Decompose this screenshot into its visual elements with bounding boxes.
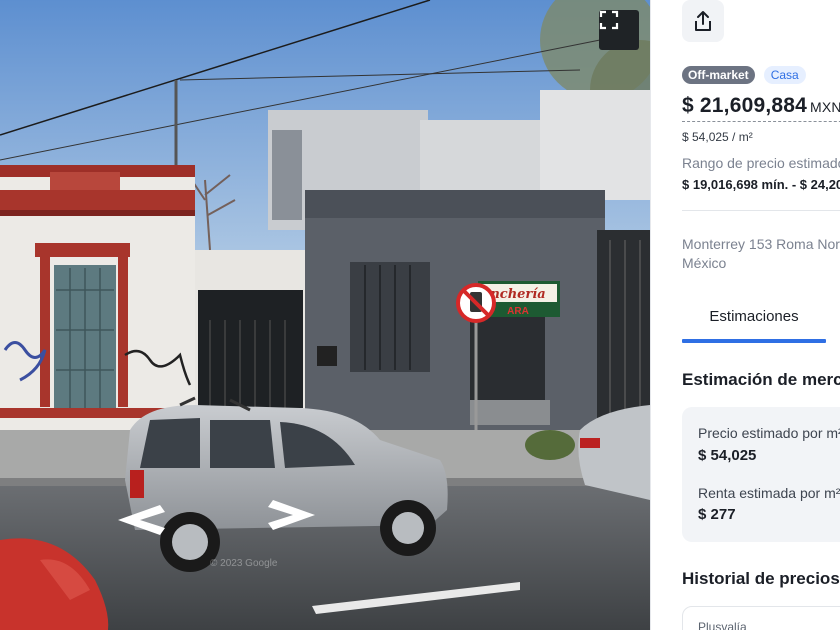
price-history-heading: Historial de precios — [682, 569, 840, 588]
street-view-photo[interactable]: nchería ARA © 2023 Google — [0, 0, 650, 630]
plusvalia-card: Plusvalía — [682, 606, 840, 630]
share-button[interactable] — [682, 0, 724, 42]
share-icon — [695, 11, 711, 31]
price-range-label: Rango de precio estimado — [682, 155, 840, 171]
address: Monterrey 153 Roma Norte, Cuauhtémoc, Ci… — [682, 235, 840, 273]
price-per-m2: $ 54,025 / m² — [682, 130, 753, 144]
address-line-2: México — [682, 255, 727, 271]
estimated-price-label: Precio estimado por m² — [698, 425, 840, 441]
address-line-1: Monterrey 153 Roma Norte, Cuauhtémoc, Ci… — [682, 236, 840, 252]
property-detail-panel: Off-market Casa $ 21,609,884 MXN $ 54,025… — [650, 0, 840, 630]
shop-sign-subtext: ARA — [507, 306, 529, 317]
estimated-rent-label: Renta estimada por m² — [698, 485, 840, 501]
shop-sign-text: nchería — [490, 287, 545, 302]
plusvalia-label: Plusvalía — [698, 620, 747, 630]
property-type-badge: Casa — [763, 66, 806, 84]
expand-button[interactable] — [599, 10, 639, 50]
estimated-price-value: $ 54,025 — [698, 447, 757, 464]
divider — [682, 210, 840, 211]
market-estimate-heading: Estimación de mercado — [682, 370, 840, 389]
street-scene: nchería ARA © 2023 Google — [0, 0, 650, 630]
price-currency: MXN — [810, 99, 840, 115]
price-amount: $ 21,609,884 — [682, 94, 808, 117]
price-underline — [682, 121, 840, 122]
price-range-value: $ 19,016,698 mín. - $ 24,203,070 máx. — [682, 177, 840, 192]
status-badge: Off-market — [682, 66, 755, 84]
active-tab-indicator — [682, 339, 826, 343]
expand-icon — [599, 10, 619, 30]
google-watermark: © 2023 Google — [210, 558, 278, 569]
price: $ 21,609,884 MXN — [682, 94, 840, 118]
estimate-card: Precio estimado por m² $ 54,025 Renta es… — [682, 407, 840, 542]
tab-estimaciones[interactable]: Estimaciones — [682, 299, 826, 344]
badges: Off-market Casa — [682, 66, 806, 84]
estimated-rent-value: $ 277 — [698, 506, 736, 523]
